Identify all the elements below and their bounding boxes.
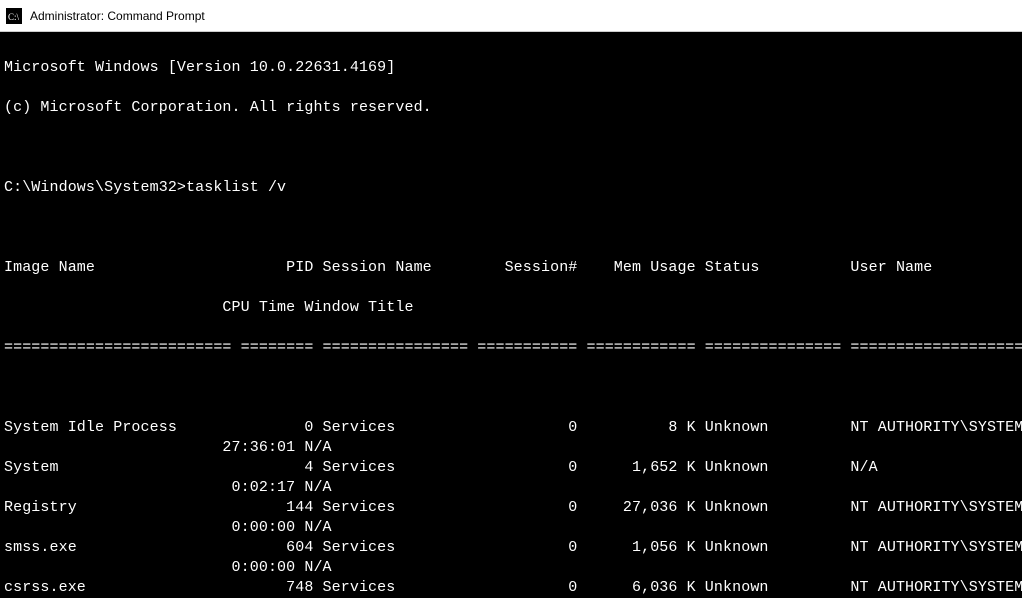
table-row-detail: 0:00:00 N/A [4,558,1018,578]
prompt-command: tasklist /v [186,179,286,196]
column-header-row-2: CPU Time Window Title [4,298,1018,318]
table-row: smss.exe 604 Services 0 1,056 K Unknown … [4,538,1018,558]
blank-line [4,218,1018,238]
prompt-line: C:\Windows\System32>tasklist /v [4,178,1018,198]
column-header-row-1: Image Name PID Session Name Session# Mem… [4,258,1018,278]
window-titlebar[interactable]: C:\ Administrator: Command Prompt [0,0,1022,32]
table-row: System 4 Services 0 1,652 K Unknown N/A [4,458,1018,478]
prompt-path: C:\Windows\System32> [4,179,186,196]
table-row-detail: 27:36:01 N/A [4,438,1018,458]
table-row: System Idle Process 0 Services 0 8 K Unk… [4,418,1018,438]
terminal-output[interactable]: Microsoft Windows [Version 10.0.22631.41… [0,32,1022,598]
table-row: csrss.exe 748 Services 0 6,036 K Unknown… [4,578,1018,598]
table-row: Registry 144 Services 0 27,036 K Unknown… [4,498,1018,518]
header-line-2: (c) Microsoft Corporation. All rights re… [4,98,1018,118]
svg-text:C:\: C:\ [8,12,20,22]
header-line-1: Microsoft Windows [Version 10.0.22631.41… [4,58,1018,78]
blank-line [4,378,1018,398]
separator-line: ========================= ======== =====… [4,338,1018,358]
cmd-icon: C:\ [6,8,22,24]
table-row-detail: 0:02:17 N/A [4,478,1018,498]
table-row-detail: 0:00:00 N/A [4,518,1018,538]
window-title: Administrator: Command Prompt [30,9,205,23]
blank-line [4,138,1018,158]
